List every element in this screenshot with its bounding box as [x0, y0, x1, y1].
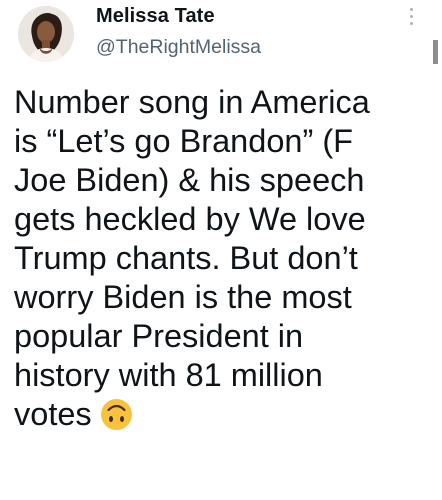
avatar[interactable]: [18, 6, 74, 62]
tweet-card: Melissa Tate @TheRightMelissa Number son…: [0, 0, 442, 500]
author-handle[interactable]: @TheRightMelissa: [96, 36, 261, 59]
scrollbar[interactable]: [433, 40, 438, 64]
profile-photo-icon: [18, 6, 74, 62]
tweet-text: Number song in America is “Let’s go Bran…: [14, 83, 429, 434]
tweet-text-body: Number song in America is “Let’s go Bran…: [14, 84, 370, 432]
upside-down-face-icon: [100, 398, 133, 431]
more-options-icon[interactable]: [405, 8, 417, 30]
author-display-name[interactable]: Melissa Tate: [96, 5, 215, 28]
